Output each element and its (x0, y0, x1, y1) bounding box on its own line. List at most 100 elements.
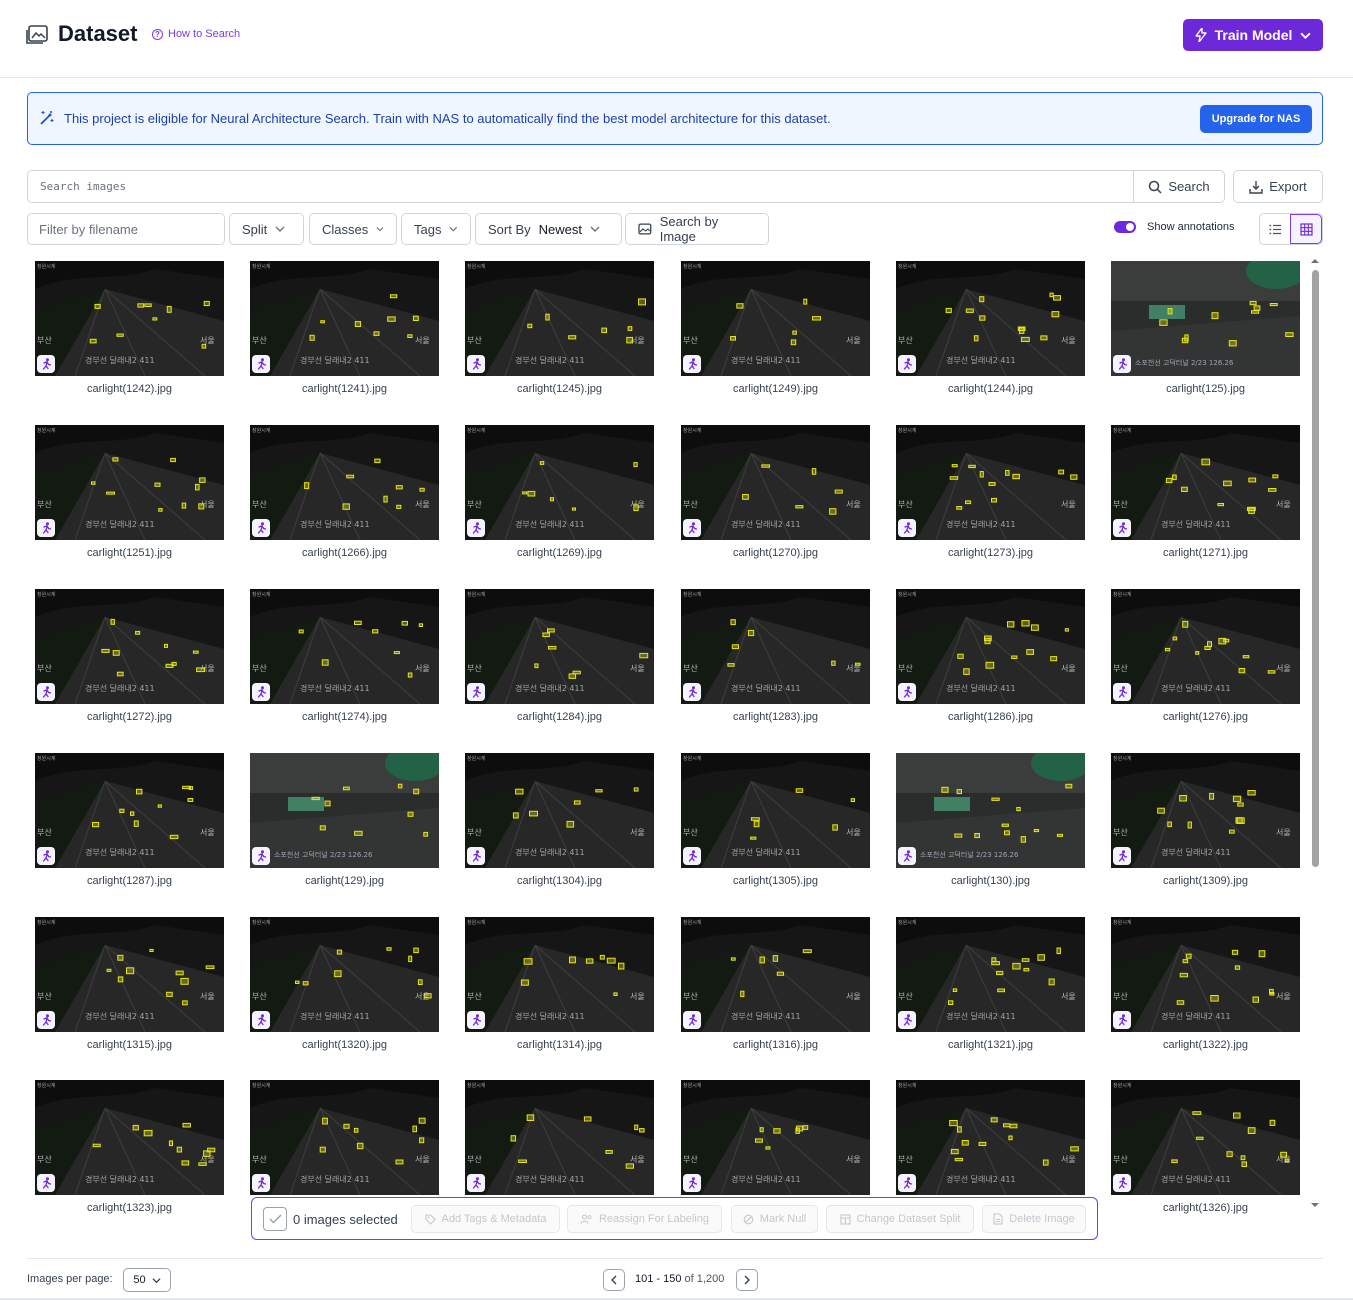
image-thumbnail: 창원시계부산서울경부선 달래내2 411 (896, 1080, 1085, 1195)
object-detection-badge (898, 683, 916, 701)
page-range: 101 - 150 of 1,200 (635, 1273, 724, 1285)
image-tile[interactable]: 창원시계 부산 서울 경부선 달래내2 411 carlight(1274).jpg (250, 589, 439, 723)
add-tags-button[interactable]: Add Tags & Metadata (411, 1205, 560, 1233)
image-thumbnail: 창원시계부산서울경부선 달래내2 411 (465, 261, 654, 376)
scroll-up-arrow-icon[interactable] (1309, 256, 1321, 266)
svg-text:경부선 달래내2 411: 경부선 달래내2 411 (85, 355, 155, 365)
image-tile[interactable]: 창원시계 부산 서울 경부선 달래내2 411 (250, 1080, 439, 1210)
image-tile[interactable]: 창원시계 부산 서울 경부선 달래내2 411 (896, 1080, 1085, 1210)
svg-text:경부선 달래내2 411: 경부선 달래내2 411 (300, 355, 370, 365)
object-detection-badge (683, 519, 701, 537)
image-tile[interactable]: 창원시계 부산 서울 경부선 달래내2 411 (681, 1080, 870, 1210)
image-tile[interactable]: 창원시계 부산 서울 경부선 달래내2 411 carlight(1326).jpg (1111, 1080, 1300, 1214)
object-detection-badge (37, 847, 55, 865)
image-tile[interactable]: 창원시계 부산 서울 경부선 달래내2 411 carlight(1321).jpg (896, 917, 1085, 1051)
svg-text:부산: 부산 (252, 991, 267, 1001)
svg-text:서울: 서울 (1061, 500, 1076, 509)
image-tile[interactable]: 소포천선 고덕터널 2/23 126.26 carlight(125).jpg (1111, 261, 1300, 395)
list-view-button[interactable] (1260, 214, 1290, 244)
object-detection-badge (252, 847, 270, 865)
image-tile[interactable]: 창원시계 부산 서울 경부선 달래내2 411 carlight(1320).jpg (250, 917, 439, 1051)
help-icon: ? (152, 28, 163, 40)
object-detection-badge (467, 1011, 485, 1029)
image-tile[interactable]: 창원시계 부산 서울 경부선 달래내2 411 carlight(1305).jpg (681, 753, 870, 887)
image-tile[interactable]: 창원시계 부산 서울 경부선 달래내2 411 carlight(1244).jpg (896, 261, 1085, 395)
scroll-down-arrow-icon[interactable] (1309, 1200, 1321, 1210)
running-person-icon (903, 1014, 912, 1026)
image-tile[interactable]: 창원시계 부산 서울 경부선 달래내2 411 carlight(1251).jpg (35, 425, 224, 559)
upgrade-nas-button[interactable]: Upgrade for NAS (1200, 105, 1312, 133)
image-tile[interactable]: 창원시계 부산 서울 경부선 달래내2 411 carlight(1271).jpg (1111, 425, 1300, 559)
image-tile[interactable]: 창원시계 부산 서울 경부선 달래내2 411 carlight(1283).jpg (681, 589, 870, 723)
svg-text:창원시계: 창원시계 (1113, 1082, 1132, 1089)
image-tile[interactable]: 창원시계 부산 서울 경부선 달래내2 411 carlight(1287).jpg (35, 753, 224, 887)
image-tile[interactable]: 창원시계 부산 서울 경부선 달래내2 411 carlight(1276).jpg (1111, 589, 1300, 723)
image-tile[interactable]: 창원시계 부산 서울 경부선 달래내2 411 carlight(1266).jpg (250, 425, 439, 559)
image-thumbnail: 창원시계부산서울경부선 달래내2 411 (681, 917, 870, 1032)
search-button[interactable]: Search (1133, 170, 1225, 203)
image-tile[interactable]: 창원시계 부산 서울 경부선 달래내2 411 carlight(1309).jpg (1111, 753, 1300, 887)
image-tile[interactable]: 창원시계 부산 서울 경부선 달래내2 411 carlight(1245).jpg (465, 261, 654, 395)
image-filename: carlight(1286).jpg (948, 711, 1033, 723)
how-to-search-link[interactable]: ? How to Search (152, 28, 240, 40)
image-tile[interactable]: 창원시계부산서울경부선 달래내2 411carlight(1269).jpg (465, 425, 654, 559)
svg-text:서울: 서울 (846, 336, 861, 345)
image-tile[interactable]: 창원시계 부산 서울 경부선 달래내2 411 carlight(1272).jpg (35, 589, 224, 723)
list-icon (1268, 224, 1281, 234)
search-by-image-button[interactable]: Search by Image (625, 213, 769, 245)
image-tile[interactable]: 창원시계 부산 서울 경부선 달래내2 411 carlight(1249).jpg (681, 261, 870, 395)
image-tile[interactable]: 창원시계 부산 서울 경부선 달래내2 411 carlight(1314).jpg (465, 917, 654, 1051)
svg-text:창원시계: 창원시계 (1113, 919, 1132, 926)
delete-image-button[interactable]: Delete Image (982, 1205, 1086, 1233)
svg-text:부산: 부산 (252, 499, 267, 509)
image-tile[interactable]: 창원시계 부산 서울 경부선 달래내2 411 carlight(1242).jpg (35, 261, 224, 395)
image-filename: carlight(1271).jpg (1163, 547, 1248, 559)
prev-page-button[interactable] (603, 1269, 625, 1291)
search-input[interactable] (27, 170, 1134, 203)
split-dropdown[interactable]: Split (229, 213, 304, 245)
image-tile[interactable]: 창원시계 부산 서울 경부선 달래내2 411 carlight(1322).jpg (1111, 917, 1300, 1051)
per-page-select[interactable]: 50 (123, 1268, 171, 1292)
select-all-checkbox[interactable] (263, 1207, 287, 1231)
running-person-icon (42, 1177, 51, 1189)
classes-dropdown[interactable]: Classes (309, 213, 397, 245)
chevron-down-icon (275, 226, 285, 232)
sort-dropdown[interactable]: Sort By Newest (475, 213, 622, 245)
scrollbar-thumb[interactable] (1312, 270, 1319, 867)
image-tile[interactable]: 창원시계 부산 서울 경부선 달래내2 411 carlight(1270).jpg (681, 425, 870, 559)
train-model-button[interactable]: Train Model (1183, 19, 1323, 51)
export-button[interactable]: Export (1233, 170, 1323, 203)
filename-filter-input[interactable] (27, 213, 225, 245)
image-tile[interactable]: 창원시계 부산 서울 경부선 달래내2 411 carlight(1241).jpg (250, 261, 439, 395)
image-tile[interactable]: 창원시계 부산 서울 경부선 달래내2 411 carlight(1273).jpg (896, 425, 1085, 559)
change-split-button[interactable]: Change Dataset Split (826, 1205, 974, 1233)
svg-text:경부선 달래내2 411: 경부선 달래내2 411 (946, 1174, 1016, 1184)
image-tile[interactable]: 소포천선 고덕터널 2/23 126.26 carlight(129).jpg (250, 753, 439, 887)
page-title: Dataset (58, 21, 138, 46)
next-page-button[interactable] (736, 1269, 758, 1291)
tags-dropdown[interactable]: Tags (401, 213, 471, 245)
reassign-label: Reassign For Labeling (598, 1213, 710, 1225)
svg-text:창원시계: 창원시계 (252, 427, 271, 434)
image-tile[interactable]: 창원시계 부산 서울 경부선 달래내2 411 carlight(1316).jpg (681, 917, 870, 1051)
show-annotations-toggle[interactable] (1114, 221, 1136, 233)
image-tile[interactable]: 창원시계 부산 서울 경부선 달래내2 411 carlight(1286).jpg (896, 589, 1085, 723)
grid-scrollbar[interactable] (1309, 256, 1321, 1212)
image-filename: carlight(1242).jpg (87, 383, 172, 395)
image-tile[interactable]: 소포천선 고덕터널 2/23 126.26 carlight(130).jpg (896, 753, 1085, 887)
image-tile[interactable]: 창원시계 부산 서울 경부선 달래내2 411 carlight(1323).jpg (35, 1080, 224, 1214)
grid-view-button[interactable] (1290, 214, 1322, 244)
reassign-labeling-button[interactable]: Reassign For Labeling (567, 1205, 722, 1233)
image-tile[interactable]: 창원시계 부산 서울 경부선 달래내2 411 carlight(1315).jpg (35, 917, 224, 1051)
split-icon (839, 1213, 851, 1225)
svg-text:창원시계: 창원시계 (37, 263, 56, 270)
image-thumbnail: 창원시계부산서울경부선 달래내2 411 (35, 589, 224, 704)
image-thumbnail: 창원시계부산서울경부선 달래내2 411 (681, 589, 870, 704)
image-filename: carlight(1274).jpg (302, 711, 387, 723)
running-person-icon (1118, 522, 1127, 534)
image-tile[interactable]: 창원시계 부산 서울 경부선 달래내2 411 (465, 1080, 654, 1210)
image-tile[interactable]: 창원시계 부산 서울 경부선 달래내2 411 carlight(1304).jpg (465, 753, 654, 887)
svg-text:부산: 부산 (898, 335, 913, 345)
mark-null-button[interactable]: Mark Null (731, 1205, 818, 1233)
image-tile[interactable]: 창원시계 부산 서울 경부선 달래내2 411 carlight(1284).jpg (465, 589, 654, 723)
